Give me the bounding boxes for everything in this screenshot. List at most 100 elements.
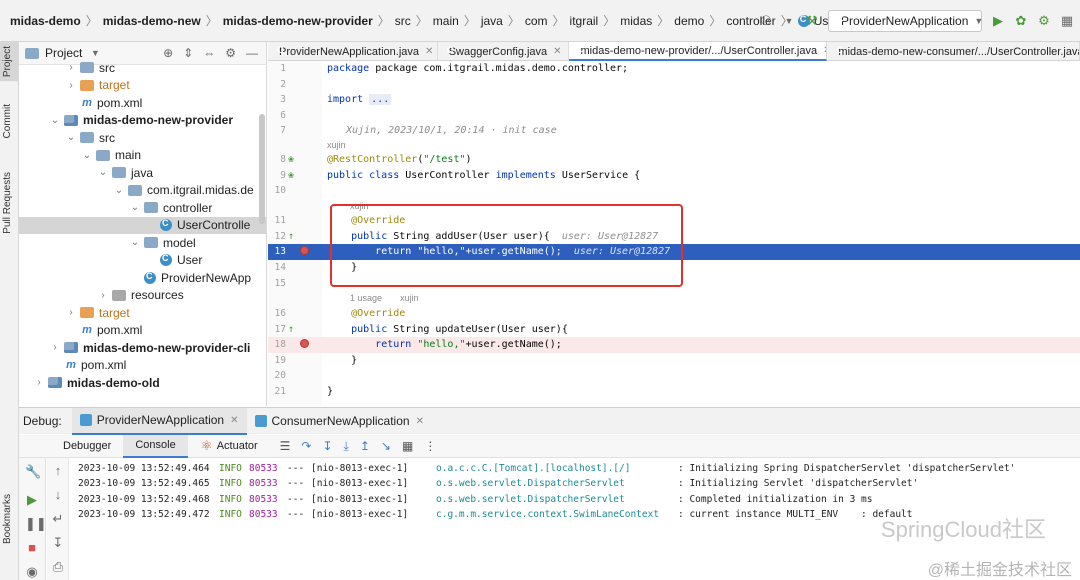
debug-session-tab[interactable]: ConsumerNewApplication ✕ [247,408,432,435]
menu-icon[interactable]: ☰ [280,439,291,454]
print-icon[interactable]: ⎙ [51,560,65,574]
expand-arrow-icon[interactable]: ⌄ [129,202,141,213]
tree-item[interactable]: User [19,252,266,270]
tree-item[interactable]: › src [19,59,266,77]
resume-icon[interactable]: ▶ [25,493,39,507]
breadcrumb-item[interactable]: itgrail [570,14,599,28]
tree-item[interactable]: ⌄ midas-demo-new-provider [19,112,266,130]
breadcrumb-item[interactable]: java [481,14,503,28]
breadcrumb-item[interactable]: midas-demo-new [103,14,201,28]
tree-item[interactable]: ⌄ com.itgrail.midas.de [19,182,266,200]
pause-icon[interactable]: ❚❚ [25,517,47,531]
tab-actuator[interactable]: ⚛ Actuator [188,435,270,458]
expand-arrow-icon[interactable]: › [33,377,45,388]
tab-debugger[interactable]: Debugger [51,435,123,458]
tab-console[interactable]: Console [123,434,188,458]
tree-item[interactable]: › resources [19,287,266,305]
tab-swagger-config[interactable]: SwaggerConfig.java ✕ [438,42,570,61]
force-step-into-icon[interactable]: ⤓ [344,439,349,454]
tree-item[interactable]: ProviderNewApp [19,269,266,287]
soft-wrap-icon[interactable]: ↵ [51,512,65,526]
scroll-up-icon[interactable]: ↑ [51,464,65,478]
expand-arrow-icon[interactable]: ⌄ [97,167,109,178]
tool-tab-pull-requests[interactable]: Pull Requests [2,172,13,234]
expand-arrow-icon[interactable]: ⌄ [49,115,61,126]
log-logger[interactable]: c.g.m.m.service.context.SwimLaneContext [436,509,678,520]
tree-item[interactable]: › target [19,77,266,95]
bean-icon[interactable]: ❀ [288,170,294,181]
tab-consumer-user-controller[interactable]: midas-demo-new-consumer/.../UserControll… [827,42,1080,61]
tree-item[interactable]: › midas-demo-old [19,374,266,392]
step-over-icon[interactable]: ↷ [301,439,311,454]
close-icon[interactable]: ✕ [553,46,561,57]
breadcrumb-item[interactable]: demo [674,14,704,28]
folded-imports[interactable]: ... [369,94,392,106]
breadcrumb-item[interactable]: midas-demo [10,14,81,28]
step-into-icon[interactable]: ↧ [322,439,332,454]
expand-arrow-icon[interactable]: › [65,307,77,318]
close-icon[interactable]: ✕ [416,416,424,427]
project-scrollbar[interactable] [259,114,265,224]
more-icon[interactable]: ⋮ [424,439,436,454]
breadcrumb-item[interactable]: midas [620,14,652,28]
expand-arrow-icon[interactable]: ⌄ [113,185,125,196]
tree-item[interactable]: ⌄ controller [19,199,266,217]
log-logger[interactable]: o.s.web.servlet.DispatcherServlet [436,478,678,489]
breadcrumb-item[interactable]: midas-demo-new-provider [223,14,373,28]
expand-arrow-icon[interactable]: ⌄ [129,237,141,248]
edit-config-wrench-icon[interactable]: 🔧 [25,465,41,479]
evaluate-expression-icon[interactable]: ▦ [402,439,413,454]
tab-provider-user-controller[interactable]: midas-demo-new-provider/.../UserControll… [569,42,828,61]
expand-arrow-icon[interactable]: ⌄ [81,150,93,161]
close-icon[interactable]: ✕ [425,46,433,57]
tool-tab-project[interactable]: Project [0,42,18,82]
view-breakpoints-icon[interactable]: ◉ [25,565,39,579]
build-hammer-icon[interactable]: ⚒ [805,14,819,28]
chevron-down-icon[interactable]: ▼ [782,14,796,28]
tool-tab-commit[interactable]: Commit [2,104,13,138]
expand-arrow-icon[interactable]: › [49,342,61,353]
step-out-icon[interactable]: ↥ [360,439,370,454]
scroll-to-end-icon[interactable]: ↧ [51,536,65,550]
tree-item[interactable]: m pom.xml [19,357,266,375]
expand-arrow-icon[interactable]: › [65,62,77,73]
breadcrumb-item[interactable]: com [525,14,548,28]
user-icon[interactable]: ⚇ [759,14,773,28]
tree-item[interactable]: m pom.xml [19,322,266,340]
breakpoint-icon[interactable] [300,338,309,348]
close-icon[interactable]: ✕ [230,415,238,426]
tree-item[interactable]: ⌄ src [19,129,266,147]
settings-gear-icon[interactable]: ⚙ [225,46,236,60]
locate-icon[interactable]: ⊕ [163,46,173,60]
scroll-down-icon[interactable]: ↓ [51,488,65,502]
tree-item[interactable]: › midas-demo-new-provider-cli [19,339,266,357]
profile-icon[interactable]: ⚙ [1037,14,1051,28]
expand-arrow-icon[interactable]: › [97,290,109,301]
usage-hint[interactable]: 1 usage [350,293,382,303]
tab-provider-new-application[interactable]: ProviderNewApplication.java ✕ [268,42,438,61]
coverage-icon[interactable]: ▦ [1060,14,1074,28]
tree-item[interactable]: UserControlle [19,216,266,234]
hide-icon[interactable]: — [246,46,258,60]
tool-tab-bookmarks[interactable]: Bookmarks [2,494,13,544]
stop-icon[interactable]: ■ [25,541,39,555]
breadcrumb-item[interactable]: main [433,14,459,28]
run-icon[interactable]: ▶ [991,14,1005,28]
bean-icon[interactable]: ❀ [288,154,294,165]
expand-arrow-icon[interactable]: ⌄ [65,132,77,143]
tree-item[interactable]: ⌄ java [19,164,266,182]
implements-icon[interactable]: ↑ [288,231,294,242]
chevron-down-icon[interactable]: ▼ [88,46,102,60]
implements-icon[interactable]: ↑ [288,324,294,335]
log-logger[interactable]: o.s.web.servlet.DispatcherServlet [436,494,678,505]
tree-item[interactable]: ⌄ main [19,147,266,165]
expand-all-icon[interactable]: ⇕ [183,46,193,60]
breadcrumb-item[interactable]: src [395,14,411,28]
expand-arrow-icon[interactable]: › [65,80,77,91]
breakpoint-icon[interactable] [300,245,309,255]
debug-bug-icon[interactable]: ✿ [1014,14,1028,28]
collapse-all-icon[interactable]: ⇔ [203,46,215,60]
run-configuration-select[interactable]: ProviderNewApplication ▼ [828,10,983,32]
tree-item[interactable]: ⌄ model [19,234,266,252]
tree-item[interactable]: m pom.xml [19,94,266,112]
